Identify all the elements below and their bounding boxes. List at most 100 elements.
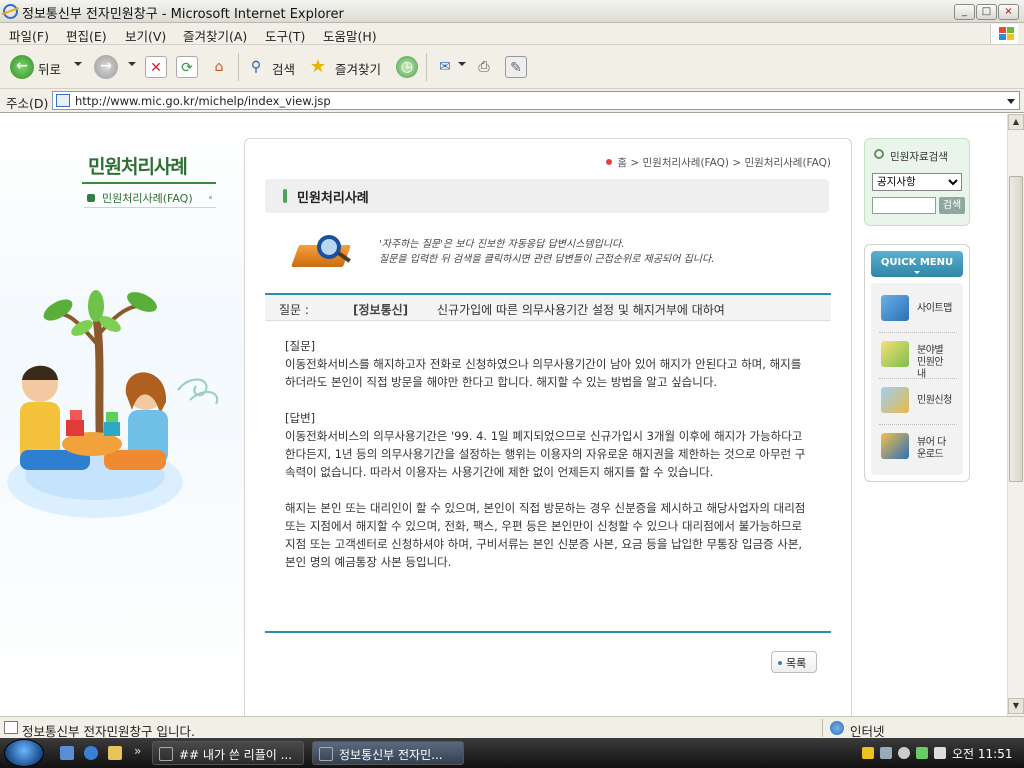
quick-menu-label: 분야별 민원안내 bbox=[917, 345, 944, 380]
explorer-quicklaunch-icon[interactable] bbox=[108, 746, 122, 760]
menu-edit[interactable]: 편집(E) bbox=[66, 26, 107, 45]
breadcrumb-level2[interactable]: 민원처리사례(FAQ) bbox=[745, 157, 832, 169]
search-input[interactable] bbox=[872, 197, 936, 214]
quick-menu-item-sitemap[interactable]: 사이트맵 bbox=[879, 287, 957, 333]
question-heading: [질문] bbox=[285, 339, 316, 353]
taskbar: » ## 내가 쓴 리플이 ... 정보통신부 전자민... bbox=[0, 738, 1024, 768]
breadcrumb: 홈 > 민원처리사례(FAQ) > 민원처리사례(FAQ) bbox=[606, 155, 831, 170]
back-button-label[interactable]: 뒤로 bbox=[38, 59, 61, 78]
back-arrow-icon[interactable]: ← bbox=[10, 55, 34, 79]
ie-quicklaunch-icon[interactable] bbox=[84, 746, 98, 760]
menu-file[interactable]: 파일(F) bbox=[9, 26, 49, 45]
intro-line-2: 질문을 입력한 뒤 검색을 클릭하시면 관련 답변들이 근접순위로 제공되어 집… bbox=[379, 254, 715, 265]
forward-arrow-icon[interactable]: → bbox=[94, 55, 118, 79]
ie-logo-icon bbox=[3, 4, 18, 19]
back-dropdown-icon[interactable] bbox=[74, 62, 82, 66]
favorites-button-label[interactable]: 즐겨찾기 bbox=[335, 59, 381, 78]
address-url[interactable]: http://www.mic.go.kr/michelp/index_view.… bbox=[75, 94, 331, 108]
taskbar-item-1[interactable]: ## 내가 쓴 리플이 ... bbox=[152, 741, 304, 765]
internet-zone-icon bbox=[830, 721, 844, 735]
address-bar: 주소(D) http://www.mic.go.kr/michelp/index… bbox=[0, 89, 1024, 113]
search-button[interactable]: 검색 bbox=[939, 197, 965, 214]
vertical-scrollbar[interactable]: ▲ ▼ bbox=[1007, 114, 1024, 716]
list-button[interactable]: 목록 bbox=[771, 651, 817, 673]
quick-menu-header: QUICK MENU bbox=[871, 251, 963, 277]
scroll-thumb[interactable] bbox=[1009, 176, 1023, 482]
favorites-star-icon[interactable]: ★ bbox=[307, 56, 329, 78]
search-icon[interactable]: ⚲ bbox=[245, 56, 267, 78]
ie-window-icon bbox=[319, 747, 333, 761]
quick-menu-item-apply[interactable]: 민원신청 bbox=[879, 379, 957, 425]
menu-help[interactable]: 도움말(H) bbox=[323, 26, 377, 45]
intro-text: '자주하는 질문'은 보다 진보한 자동응답 답변시스템입니다. 질문을 입력한… bbox=[379, 237, 714, 267]
clock[interactable]: 오전 11:51 bbox=[952, 745, 1012, 762]
minimize-button[interactable]: _ bbox=[954, 4, 975, 20]
title-bar: 정보통신부 전자민원창구 - Microsoft Internet Explor… bbox=[0, 0, 1024, 23]
forward-dropdown-icon[interactable] bbox=[128, 62, 136, 66]
window-title: 정보통신부 전자민원창구 - Microsoft Internet Explor… bbox=[22, 7, 344, 22]
mail-icon[interactable]: ✉ bbox=[434, 56, 456, 78]
print-icon[interactable]: ⎙ bbox=[473, 56, 495, 78]
breadcrumb-home[interactable]: 홈 bbox=[617, 157, 627, 169]
home-icon bbox=[606, 159, 613, 165]
address-label: 주소(D) bbox=[6, 96, 49, 111]
security-shield-icon[interactable] bbox=[862, 747, 874, 759]
quick-menu-item-guide[interactable]: 분야별 민원안내 bbox=[879, 333, 957, 380]
answer-text-2: 해지는 본인 또는 대리인이 할 수 있으며, 본인이 직접 방문하는 경우 신… bbox=[285, 501, 806, 569]
search-button-label[interactable]: 검색 bbox=[272, 59, 295, 78]
close-button[interactable]: × bbox=[998, 4, 1019, 20]
refresh-icon[interactable]: ⟳ bbox=[176, 56, 198, 78]
sidebar-item-faq[interactable]: 민원처리사례(FAQ) bbox=[84, 186, 216, 208]
content-header: 민원처리사례 bbox=[265, 179, 829, 213]
notepad-icon bbox=[881, 341, 909, 367]
address-input[interactable]: http://www.mic.go.kr/michelp/index_view.… bbox=[52, 91, 1020, 110]
menu-bar: 파일(F) 편집(E) 보기(V) 즐겨찾기(A) 도구(T) 도움말(H) bbox=[0, 23, 1024, 45]
volume-icon[interactable] bbox=[934, 747, 946, 759]
scroll-down-icon[interactable]: ▼ bbox=[1008, 698, 1024, 714]
start-button[interactable] bbox=[4, 739, 44, 767]
quick-menu-label: 뷰어 다운로드 bbox=[917, 437, 946, 460]
show-desktop-icon[interactable] bbox=[60, 746, 74, 760]
battery-icon[interactable] bbox=[916, 747, 928, 759]
menu-tools[interactable]: 도구(T) bbox=[265, 26, 305, 45]
search-panel-title: 민원자료검색 bbox=[890, 151, 948, 163]
settings-icon[interactable] bbox=[898, 747, 910, 759]
menu-view[interactable]: 보기(V) bbox=[125, 26, 166, 45]
quick-menu-item-viewer[interactable]: 뷰어 다운로드 bbox=[879, 425, 957, 471]
question-category: [정보통신] bbox=[353, 303, 409, 317]
network-icon[interactable] bbox=[880, 747, 892, 759]
folder-icon bbox=[881, 295, 909, 321]
left-pane: 민원처리사례 민원처리사례(FAQ) bbox=[0, 114, 244, 716]
maximize-button[interactable]: □ bbox=[976, 4, 997, 20]
menu-favorites[interactable]: 즐겨찾기(A) bbox=[183, 26, 247, 45]
edit-icon[interactable]: ✎ bbox=[505, 56, 527, 78]
history-icon[interactable]: ◷ bbox=[396, 56, 418, 78]
quicklaunch-more-icon[interactable]: » bbox=[134, 744, 141, 758]
page-title: 민원처리사례 bbox=[297, 191, 369, 206]
home-icon[interactable]: ⌂ bbox=[208, 56, 230, 78]
intro-line-1: '자주하는 질문'은 보다 진보한 자동응답 답변시스템입니다. bbox=[379, 239, 625, 250]
divider bbox=[265, 631, 831, 633]
quick-menu-label: 민원신청 bbox=[917, 395, 952, 406]
stop-icon[interactable]: ✕ bbox=[145, 56, 167, 78]
page-icon bbox=[56, 94, 70, 107]
mail-dropdown-icon[interactable] bbox=[458, 62, 466, 66]
search-category-select[interactable]: 공지사항 bbox=[872, 173, 962, 191]
window-icon bbox=[159, 747, 173, 761]
scroll-up-icon[interactable]: ▲ bbox=[1008, 114, 1024, 130]
magnifier-icon bbox=[881, 433, 909, 459]
quick-menu: QUICK MENU 사이트맵 분야별 민원안내 민원신청 뷰어 다운로드 bbox=[864, 244, 970, 482]
answer-text-1: 이동전화서비스의 의무사용기간은 '99. 4. 1일 폐지되었으므로 신규가입… bbox=[285, 429, 806, 479]
search-icon bbox=[874, 149, 884, 159]
search-book-icon bbox=[290, 233, 357, 273]
sidebar-title-underline bbox=[82, 182, 216, 184]
taskbar-item-label: 정보통신부 전자민... bbox=[339, 748, 443, 762]
question-row: 질문 : [정보통신] 신규가입에 따른 의무사용기간 설정 및 해지거부에 대… bbox=[265, 293, 831, 321]
address-dropdown-icon[interactable] bbox=[1007, 99, 1015, 104]
toolbar: ← 뒤로 → ✕ ⟳ ⌂ ⚲ 검색 ★ 즐겨찾기 ◷ ✉ ⎙ ✎ bbox=[0, 45, 1024, 89]
taskbar-item-2[interactable]: 정보통신부 전자민... bbox=[312, 741, 464, 765]
status-separator bbox=[822, 719, 823, 737]
answer-heading: [답변] bbox=[285, 411, 316, 425]
question-label: 질문 : bbox=[279, 303, 309, 317]
breadcrumb-level1[interactable]: 민원처리사례(FAQ) bbox=[643, 157, 730, 169]
